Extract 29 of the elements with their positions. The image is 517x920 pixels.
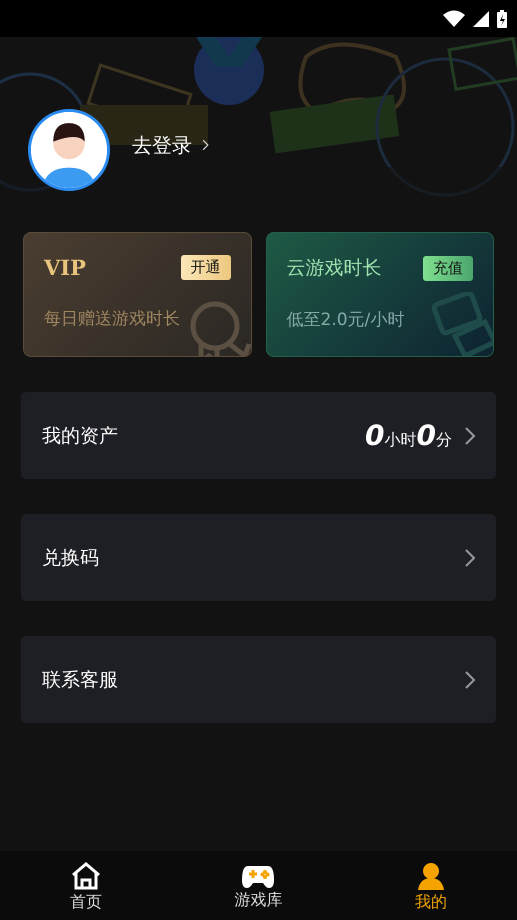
login-link[interactable]: 去登录: [132, 132, 209, 158]
chevron-icon: [202, 139, 209, 151]
tab[interactable]: 游戏库: [172, 851, 345, 920]
row-label: 兑换码: [42, 546, 100, 570]
signal-icon: [473, 10, 489, 26]
person-icon: [416, 862, 446, 890]
home-icon: [70, 862, 102, 890]
chevron-icon: [464, 426, 476, 446]
vip-card[interactable]: VIP 开通 每日赠送游戏时长: [23, 232, 252, 357]
wifi-icon: [443, 10, 465, 27]
menu-row[interactable]: 联系客服: [21, 636, 496, 723]
tab[interactable]: 首页: [0, 851, 172, 920]
row-label: 联系客服: [42, 668, 119, 692]
time-balance: 0小时0分: [365, 419, 452, 452]
gamepad-icon: [242, 864, 274, 888]
card-title: 云游戏时长: [286, 256, 382, 281]
card-title: VIP: [44, 255, 86, 280]
card-subtitle: 每日赠送游戏时长: [44, 308, 181, 330]
card-action-button[interactable]: 充值: [423, 256, 473, 280]
card-subtitle: 低至2.0元/小时: [286, 309, 406, 331]
menu-row[interactable]: 兑换码: [21, 514, 496, 601]
battery-icon: [497, 10, 507, 28]
chevron-icon: [464, 548, 476, 568]
menu-row[interactable]: 我的资产 0小时0分: [21, 392, 496, 479]
cloud-card[interactable]: 云游戏时长 充值 低至2.0元/小时: [266, 232, 494, 357]
tab[interactable]: 我的: [344, 851, 517, 920]
chevron-icon: [464, 670, 476, 690]
row-label: 我的资产: [42, 424, 119, 448]
card-action-button[interactable]: 开通: [180, 255, 230, 280]
